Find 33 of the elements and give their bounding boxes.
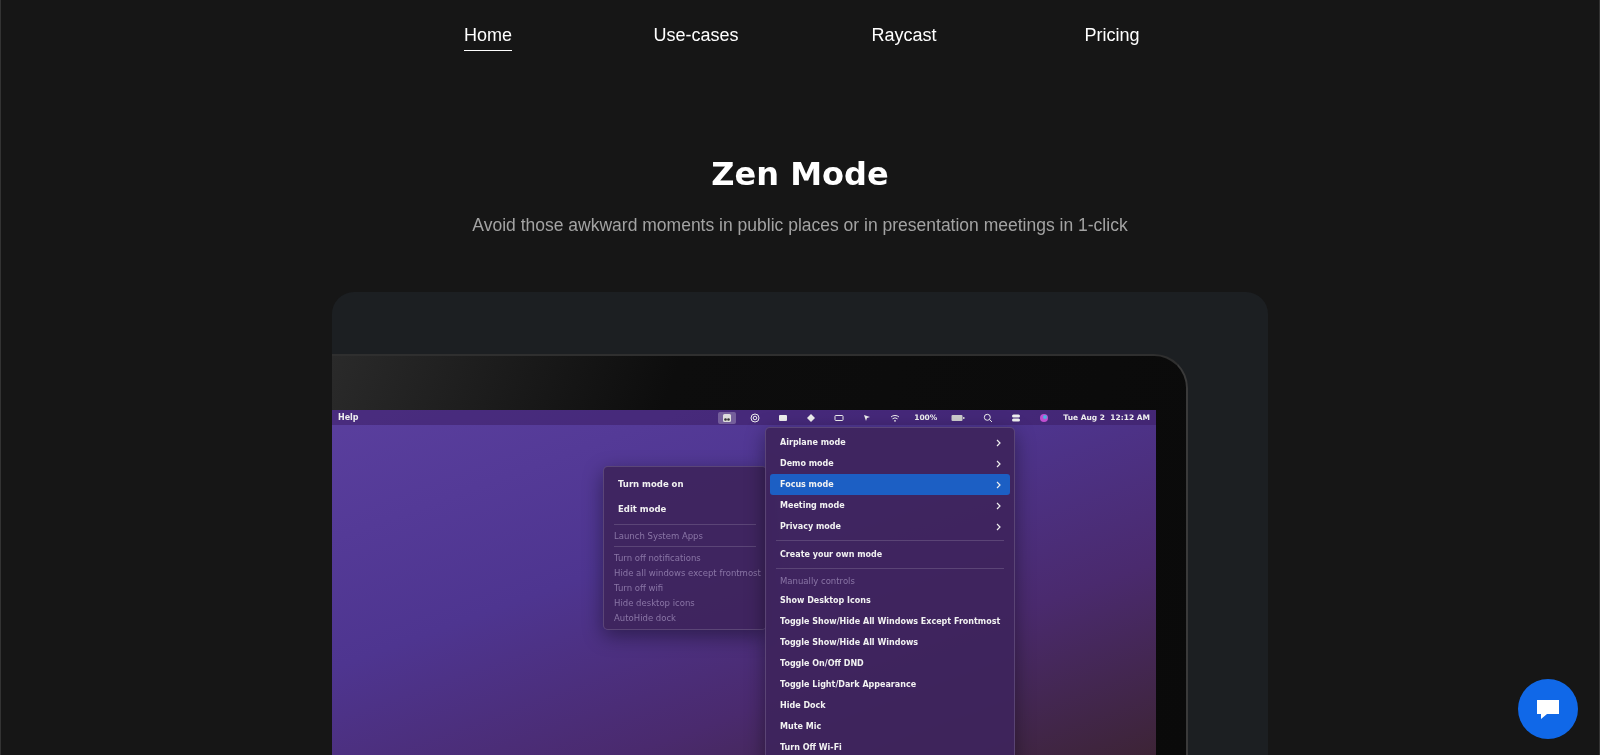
menu-item[interactable]: Toggle Show/Hide All Windows Except Frontmost [770, 611, 1010, 632]
menu-item[interactable]: Mute Mic [770, 716, 1010, 737]
menu-item[interactable]: Privacy mode [770, 516, 1010, 537]
menu-section-label: Launch System Apps [613, 529, 704, 543]
chevron-right-icon [996, 480, 1002, 489]
menu-item[interactable]: Toggle On/Off DND [770, 653, 1010, 674]
menu-item[interactable]: Create your own mode [770, 544, 1010, 565]
app-status-icon[interactable] [718, 411, 737, 424]
menu-item[interactable]: Meeting mode [770, 495, 1010, 516]
menu-item[interactable]: Toggle Show/Hide All Windows [770, 632, 1010, 653]
menu-item[interactable]: Turn mode on [608, 471, 762, 496]
menu-item[interactable]: Show Desktop Icons [770, 590, 1010, 611]
nav-link[interactable]: Home [464, 25, 512, 51]
chevron-right-icon [996, 522, 1002, 531]
nav-link[interactable]: Use-cases [653, 25, 739, 51]
chevron-right-icon [996, 438, 1002, 447]
menu-item[interactable]: Turn Off Wi-Fi [770, 737, 1010, 755]
menu-section-label: Manually controls [779, 575, 856, 588]
menu-item[interactable]: Edit mode [608, 496, 762, 521]
chevron-right-icon [996, 501, 1002, 510]
chat-icon [1535, 697, 1561, 721]
menu-item[interactable]: Demo mode [770, 453, 1010, 474]
page-title: Zen Mode [711, 155, 889, 193]
page-subtitle: Avoid those awkward moments in public places or in presentation meetings in 1-click [472, 215, 1128, 236]
chat-button[interactable] [1518, 679, 1578, 739]
menu-item[interactable]: Toggle Light/Dark Appearance [770, 674, 1010, 695]
chevron-right-icon [996, 459, 1002, 468]
nav-link[interactable]: Raycast [871, 25, 937, 51]
menu-item[interactable]: Hide Dock [770, 695, 1010, 716]
menu-item[interactable]: Airplane mode [770, 432, 1010, 453]
menu-item[interactable]: Focus mode [770, 474, 1010, 495]
app-menu[interactable]: Help [338, 413, 719, 422]
nav-link[interactable]: Pricing [1084, 25, 1140, 51]
